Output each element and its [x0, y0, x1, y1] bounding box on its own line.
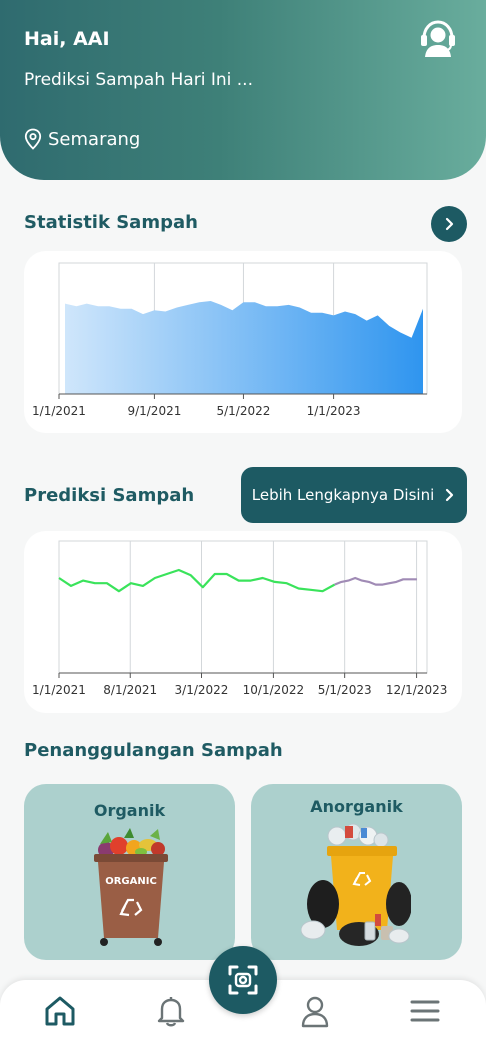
- plot-area-frame: [58, 540, 428, 674]
- chevron-right-icon: [446, 488, 454, 502]
- statistik-chart-card: 1/1/2021 9/1/2021 5/1/2022 1/1/2023: [24, 251, 462, 433]
- prediksi-chart: 1/1/2021 8/1/2021 3/1/2022 10/1/2022 5/1/202…: [32, 540, 448, 697]
- location[interactable]: Semarang: [24, 128, 140, 150]
- forecast-series-line: [334, 576, 417, 586]
- user-icon[interactable]: [298, 994, 332, 1028]
- customer-support-icon[interactable]: [418, 18, 458, 58]
- chevron-right-icon: [445, 217, 454, 231]
- app-screen: Hai, AAI Prediksi Sampah Hari Ini ... Se…: [0, 0, 486, 1046]
- x-tick-label: 3/1/2022: [175, 683, 229, 697]
- location-pin-icon: [24, 128, 42, 150]
- x-tick-label: 10/1/2022: [243, 683, 305, 697]
- x-tick-label: 9/1/2021: [127, 404, 181, 418]
- organic-bin-label: ORGANIC: [105, 876, 157, 887]
- home-icon[interactable]: [43, 994, 77, 1028]
- bell-icon[interactable]: [154, 994, 188, 1028]
- statistik-title: Statistik Sampah: [24, 212, 198, 233]
- x-tick-label: 8/1/2021: [103, 683, 157, 697]
- prediksi-chart-card: 1/1/2021 8/1/2021 3/1/2022 10/1/2022 5/1/202…: [24, 531, 462, 713]
- x-tick-label: 1/1/2021: [32, 683, 86, 697]
- more-details-label: Lebih Lengkapnya Disini: [251, 486, 435, 504]
- menu-icon[interactable]: [408, 994, 442, 1028]
- actual-series-line: [58, 568, 336, 593]
- scan-button[interactable]: [209, 946, 277, 1014]
- organic-card[interactable]: Organik ORGANIC: [24, 784, 235, 960]
- inorganic-bin-icon: [301, 823, 411, 946]
- greeting: Hai, AAI: [24, 28, 110, 50]
- location-label: Semarang: [48, 128, 141, 150]
- inorganic-label: Anorganik: [310, 797, 403, 816]
- x-tick-label: 1/1/2021: [32, 404, 86, 418]
- organic-bin-icon: ORGANIC: [94, 828, 168, 946]
- scan-icon: [228, 965, 258, 995]
- x-tick-label: 1/1/2023: [307, 404, 361, 418]
- x-tick-label: 5/1/2022: [216, 404, 270, 418]
- prediksi-title: Prediksi Sampah: [24, 485, 195, 506]
- x-tick-label: 12/1/2023: [386, 683, 448, 697]
- area-series: [65, 301, 423, 394]
- header: Hai, AAI Prediksi Sampah Hari Ini ... Se…: [0, 0, 486, 180]
- statistik-next-button[interactable]: [431, 206, 467, 242]
- organic-label: Organik: [93, 801, 166, 820]
- more-details-button[interactable]: Lebih Lengkapnya Disini: [241, 467, 467, 523]
- header-subtitle[interactable]: Prediksi Sampah Hari Ini ...: [24, 70, 253, 90]
- x-tick-label: 5/1/2023: [318, 683, 372, 697]
- inorganic-card[interactable]: Anorganik: [251, 784, 462, 960]
- penanggulangan-title: Penanggulangan Sampah: [24, 740, 283, 761]
- statistik-chart: 1/1/2021 9/1/2021 5/1/2022 1/1/2023: [32, 262, 428, 418]
